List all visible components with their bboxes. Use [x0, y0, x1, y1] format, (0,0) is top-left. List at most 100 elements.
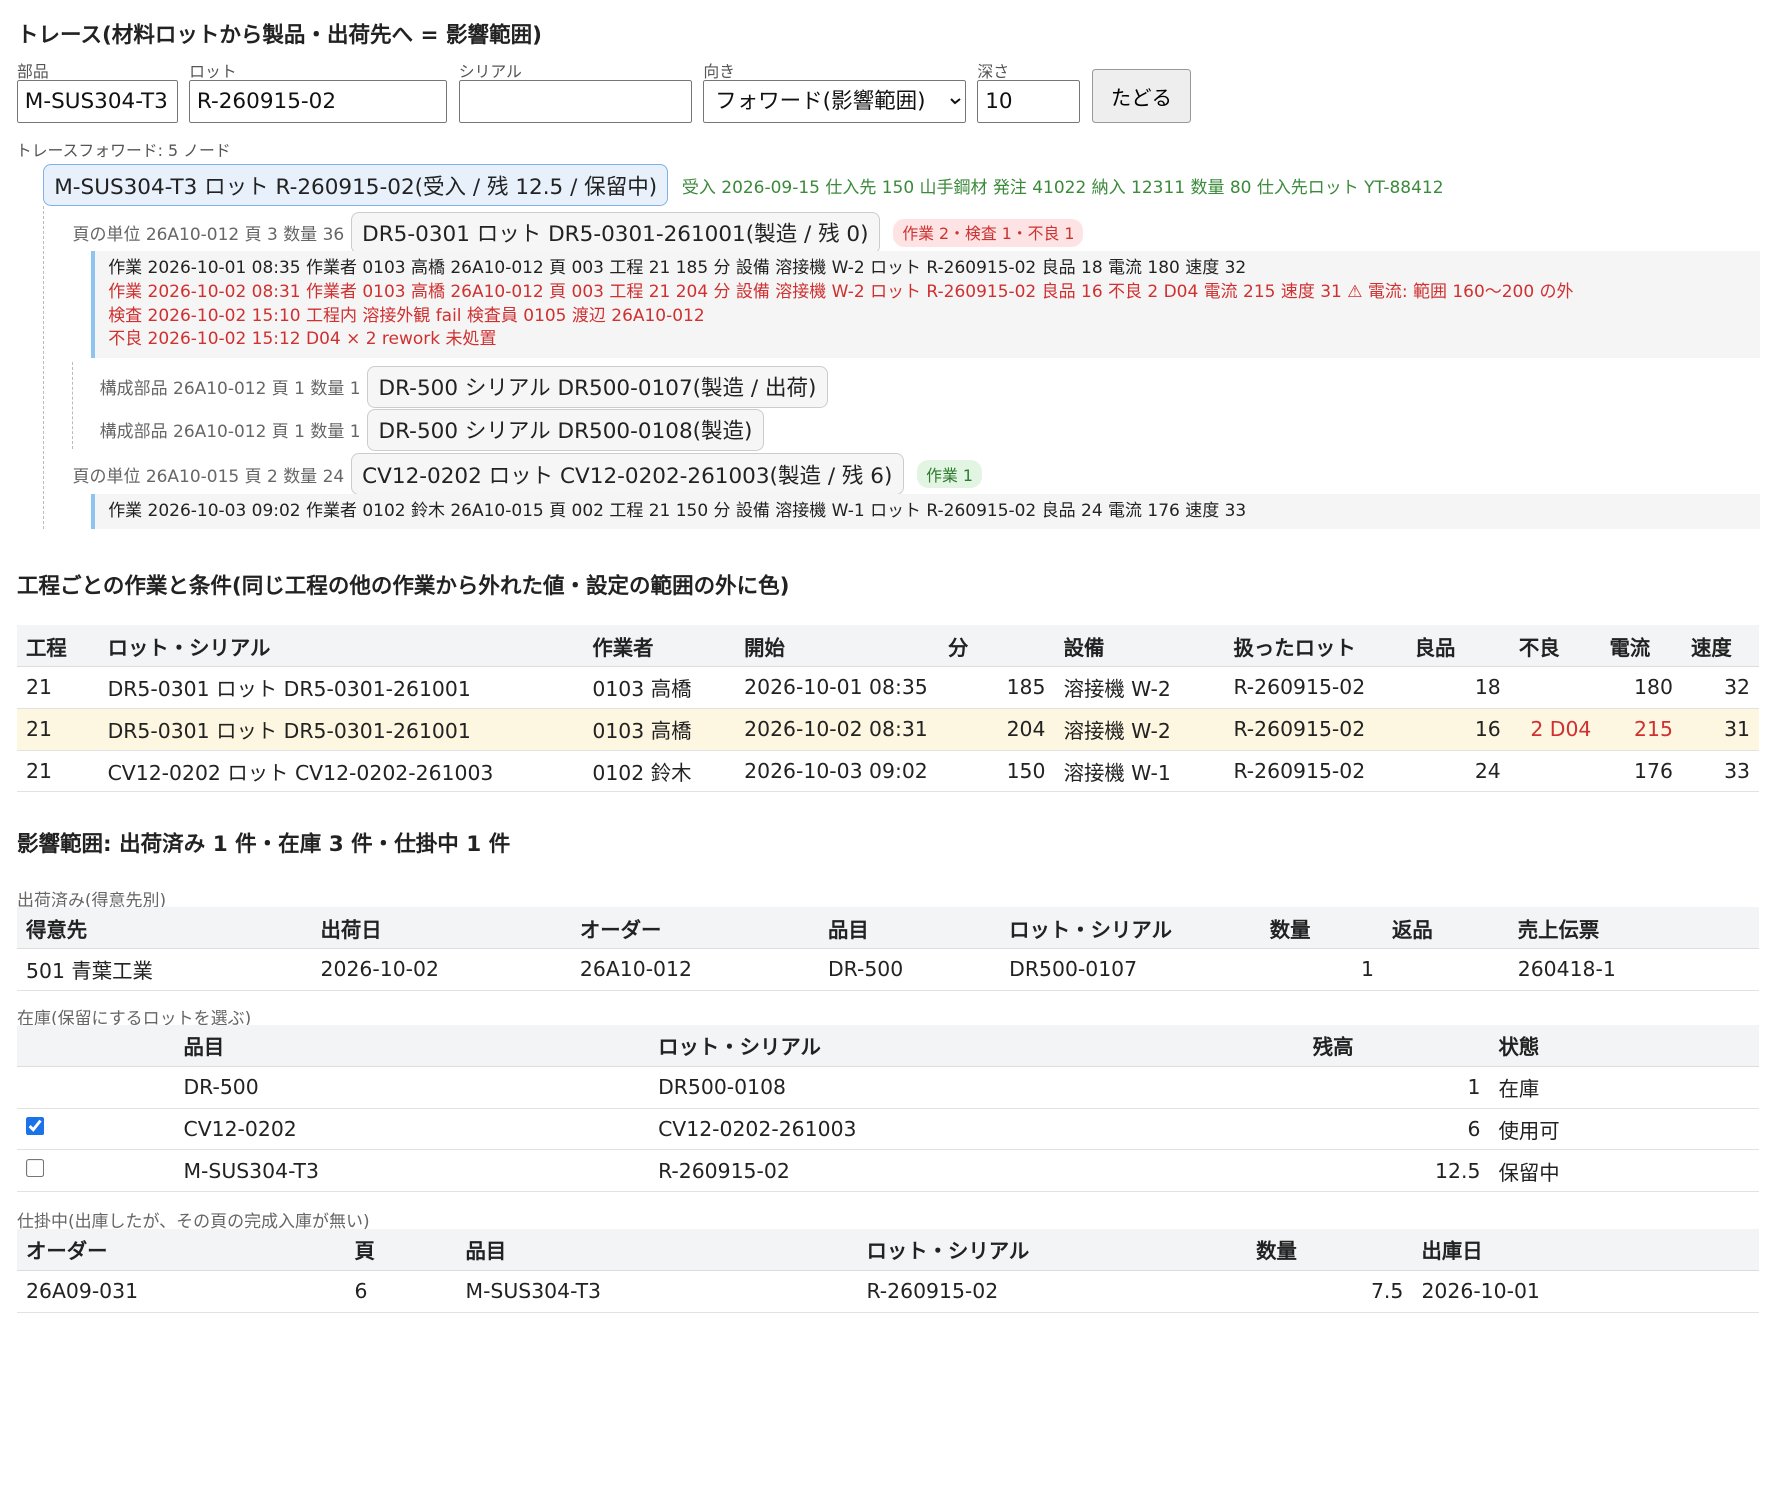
col-header[interactable]: 状態 [1489, 1025, 1760, 1067]
cell-worker: 0103 高橋 [583, 708, 736, 751]
root-node[interactable]: M-SUS304-T3 ロット R-260915-02(受入 / 残 12.5 … [43, 164, 669, 207]
col-header[interactable]: 速度 [1681, 625, 1760, 668]
part-input[interactable] [16, 80, 178, 124]
col-header[interactable]: 数量 [1260, 907, 1383, 950]
trace-button[interactable]: たどる [1091, 69, 1192, 124]
col-header[interactable]: オーダー [570, 907, 819, 950]
cell-balance: 1 [1215, 1066, 1490, 1109]
cell-item: DR-500 [174, 1066, 650, 1109]
col-header[interactable]: 返品 [1382, 907, 1509, 950]
col-header[interactable]: 作業者 [583, 625, 736, 668]
cell-good: 24 [1405, 750, 1510, 793]
cell-start: 2026-10-03 09:02 [735, 750, 939, 793]
table-row[interactable]: CV12-0202 CV12-0202-261003 6 使用可 [16, 1108, 1760, 1151]
col-header[interactable]: 電流 [1600, 625, 1682, 668]
cell-proc: 21 [16, 750, 99, 793]
cell-speed: 33 [1681, 750, 1760, 793]
tree-line [43, 206, 44, 529]
direction-select[interactable]: フォワード(影響範囲) [703, 80, 967, 124]
child1-node[interactable]: DR-500 シリアル DR500-0107(製造 / 出荷) [367, 365, 828, 408]
cell-min: 150 [938, 750, 1055, 793]
cell-item: CV12-0202 [174, 1108, 650, 1151]
col-header[interactable]: 不良 [1509, 625, 1601, 668]
impact-heading: 影響範囲: 出荷済み 1 件・在庫 3 件・仕掛中 1 件 [16, 831, 511, 857]
cell-lot: R-260915-02 [857, 1270, 1248, 1313]
cell-lot: CV12-0202 ロット CV12-0202-261003 [98, 750, 584, 793]
col-header[interactable]: 売上伝票 [1508, 907, 1760, 950]
cell-balance: 6 [1215, 1108, 1490, 1151]
col-header[interactable]: 数量 [1247, 1228, 1413, 1271]
child2-node[interactable]: DR-500 シリアル DR500-0108(製造) [367, 408, 764, 451]
shipped-table: 得意先 出荷日 オーダー 品目 ロット・シリアル 数量 返品 売上伝票 501 … [16, 907, 1760, 991]
lot-input[interactable] [189, 80, 448, 124]
cell-state: 保留中 [1489, 1149, 1760, 1193]
cell-proc: 21 [16, 708, 99, 751]
table-row[interactable]: DR-500 DR500-0108 1 在庫 [16, 1066, 1760, 1109]
cell-qty: 7.5 [1247, 1270, 1413, 1313]
table-row[interactable]: 21 CV12-0202 ロット CV12-0202-261003 0102 鈴… [16, 750, 1760, 793]
cell-good: 16 [1405, 708, 1510, 751]
col-header[interactable]: オーダー [16, 1228, 346, 1271]
cell-lot: R-260915-02 [649, 1149, 1216, 1193]
col-header[interactable]: 設備 [1054, 625, 1225, 668]
col-header[interactable]: 良品 [1405, 625, 1510, 668]
log-line: 不良 2026-10-02 15:12 D04 × 2 rework 未処置 [108, 329, 497, 350]
cell-used: R-260915-02 [1224, 666, 1406, 709]
table-row-highlighted[interactable]: 21 DR5-0301 ロット DR5-0301-261001 0103 高橋 … [16, 708, 1760, 751]
hold-checkbox[interactable] [26, 1116, 46, 1137]
cell-worker: 0103 高橋 [583, 666, 736, 709]
col-header[interactable]: 得意先 [16, 907, 312, 950]
serial-input[interactable] [458, 80, 693, 124]
cell-lot: DR500-0108 [649, 1066, 1216, 1109]
table-row[interactable]: M-SUS304-T3 R-260915-02 12.5 保留中 [16, 1149, 1760, 1193]
part-label: 部品 [16, 61, 49, 81]
cell-bad [1509, 666, 1601, 709]
cell-current: 215 [1600, 708, 1682, 751]
col-header[interactable]: ロット・シリアル [98, 625, 584, 668]
table-row[interactable]: 26A09-031 6 M-SUS304-T3 R-260915-02 7.5 … [16, 1270, 1760, 1313]
col-header[interactable]: 品目 [818, 907, 1001, 950]
stock-table: 品目 ロット・シリアル 残高 状態 DR-500 DR500-0108 1 在庫… [16, 1025, 1760, 1193]
cell-customer: 501 青葉工業 [16, 948, 312, 991]
cell-lot: DR5-0301 ロット DR5-0301-261001 [98, 666, 584, 709]
col-header[interactable]: ロット・シリアル [649, 1025, 1216, 1067]
col-header[interactable]: 頁 [345, 1228, 457, 1271]
cell-current: 176 [1600, 750, 1682, 793]
table-row[interactable]: 21 DR5-0301 ロット DR5-0301-261001 0103 高橋 … [16, 666, 1760, 709]
col-header[interactable]: ロット・シリアル [857, 1228, 1248, 1271]
col-header[interactable]: ロット・シリアル [1000, 907, 1261, 950]
cell-check [16, 1066, 175, 1109]
cell-equip: 溶接機 W-2 [1054, 708, 1225, 751]
cell-check[interactable] [16, 1149, 175, 1193]
col-header[interactable]: 工程 [16, 625, 99, 668]
col-header[interactable]: 扱ったロット [1224, 625, 1406, 668]
cell-equip: 溶接機 W-2 [1054, 666, 1225, 709]
cell-order: 26A09-031 [16, 1270, 346, 1313]
cell-min: 185 [938, 666, 1055, 709]
col-header[interactable]: 分 [938, 625, 1055, 668]
cell-worker: 0102 鈴木 [583, 750, 736, 793]
cell-state: 在庫 [1489, 1066, 1760, 1109]
col-header[interactable]: 出庫日 [1412, 1228, 1760, 1271]
col-header[interactable]: 開始 [735, 625, 939, 668]
cell-min: 204 [938, 708, 1055, 751]
cell-balance: 12.5 [1215, 1149, 1490, 1193]
cell-check[interactable] [16, 1108, 175, 1151]
tree-line [72, 362, 74, 449]
table-row[interactable]: 501 青葉工業 2026-10-02 26A10-012 DR-500 DR5… [16, 948, 1760, 991]
col-header[interactable]: 品目 [174, 1025, 650, 1067]
cell-proc: 21 [16, 666, 99, 709]
cell-lot: CV12-0202-261003 [649, 1108, 1216, 1151]
node1[interactable]: DR5-0301 ロット DR5-0301-261001(製造 / 残 0) [350, 211, 880, 254]
cell-equip: 溶接機 W-1 [1054, 750, 1225, 793]
log-line: 検査 2026-10-02 15:10 工程内 溶接外観 fail 検査員 01… [108, 305, 705, 326]
hold-checkbox[interactable] [26, 1158, 46, 1178]
col-header[interactable]: 出荷日 [311, 907, 571, 950]
log-line: 作業 2026-10-03 09:02 作業者 0102 鈴木 26A10-01… [108, 500, 1247, 521]
node2[interactable]: CV12-0202 ロット CV12-0202-261003(製造 / 残 6) [350, 453, 904, 496]
col-header[interactable]: 品目 [456, 1228, 858, 1271]
node2-label: 頁の単位 26A10-015 頁 2 数量 24 [72, 466, 345, 487]
depth-input[interactable] [977, 80, 1081, 124]
col-header[interactable]: 残高 [1215, 1025, 1490, 1067]
serial-label: シリアル [458, 61, 522, 81]
